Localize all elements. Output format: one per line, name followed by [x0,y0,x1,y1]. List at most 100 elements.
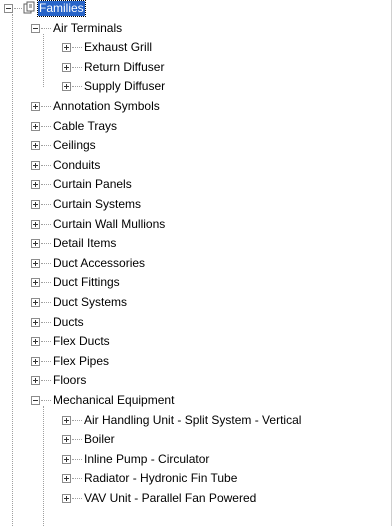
tree-item[interactable]: Duct Accessories [0,255,392,273]
tree-connector-horizontal [72,86,82,88]
tree-item-label[interactable]: Air Terminals [52,21,123,36]
tree-connector-horizontal [41,27,51,29]
tree-connector-horizontal [41,243,51,245]
tree-item[interactable]: Boiler [0,431,392,449]
tree-item[interactable]: Air Handling Unit - Split System - Verti… [0,412,392,430]
expand-toggle-icon[interactable] [31,102,40,111]
tree-connector-horizontal [41,282,51,284]
tree-item[interactable]: Exhaust Grill [0,39,392,57]
expand-toggle-icon[interactable] [62,494,71,503]
tree-item[interactable]: Cable Trays [0,118,392,136]
family-folder-icon [23,1,35,14]
tree-connector-horizontal [41,145,51,147]
tree-item[interactable]: Annotation Symbols [0,98,392,116]
tree-root-label[interactable]: Families [37,0,86,17]
tree-item[interactable]: Ducts [0,314,392,332]
tree-item-label[interactable]: Return Diffuser [83,60,165,75]
tree-item-label[interactable]: Detail Items [52,236,117,251]
tree-item-label[interactable]: Cable Trays [52,119,118,134]
tree-connector-horizontal [41,106,51,107]
expand-toggle-icon[interactable] [62,62,71,72]
expand-toggle-icon[interactable] [31,298,40,307]
tree-item[interactable]: Mechanical Equipment [0,392,392,410]
tree-item-label[interactable]: Annotation Symbols [52,99,161,114]
tree-item[interactable]: Supply Diffuser [0,78,392,96]
tree-item-label[interactable]: Mechanical Equipment [52,393,175,408]
tree-connector-horizontal [72,419,82,421]
expand-toggle-icon[interactable] [31,317,40,327]
tree-item-label[interactable]: Supply Diffuser [83,79,166,94]
tree-item[interactable]: Ceilings [0,137,392,155]
tree-item[interactable]: Conduits [0,157,392,175]
tree-item[interactable]: Curtain Wall Mullions [0,216,392,234]
tree-item-label[interactable]: Duct Systems [52,295,128,310]
tree-connector-horizontal [72,478,82,480]
tree-item-label[interactable]: Ducts [52,315,85,330]
tree-item-label[interactable]: Boiler [83,432,116,447]
tree-connector-horizontal [41,223,51,225]
expand-toggle-icon[interactable] [31,160,40,170]
expand-toggle-icon[interactable] [31,219,40,229]
tree-item-label[interactable]: Floors [52,373,87,388]
tree-item-label[interactable]: Exhaust Grill [83,40,153,55]
tree-connector-horizontal [41,184,51,186]
tree-item-label[interactable]: Inline Pump - Circulator [83,452,210,467]
expand-toggle-icon[interactable] [31,337,40,347]
tree-item-label[interactable]: Duct Accessories [52,256,146,271]
tree-item-label[interactable]: Duct Fittings [52,275,121,290]
expand-toggle-icon[interactable] [62,43,71,53]
tree-item-label[interactable]: Curtain Systems [52,197,142,212]
tree-item[interactable]: Air Terminals [0,20,392,38]
tree-root-row[interactable]: Families [0,0,392,18]
expand-toggle-icon[interactable] [31,356,40,366]
tree-item[interactable]: Duct Systems [0,294,392,312]
tree-item[interactable]: Return Diffuser [0,59,392,77]
tree-item[interactable]: Duct Fittings [0,274,392,292]
tree-connector-horizontal [41,400,51,401]
expand-toggle-icon[interactable] [31,121,40,131]
expand-toggle-icon[interactable] [62,415,71,425]
tree-connector-horizontal [41,262,51,264]
tree-item-label[interactable]: Conduits [52,158,101,173]
expand-toggle-icon[interactable] [31,200,40,209]
tree-item[interactable]: VAV Unit - Parallel Fan Powered [0,490,392,508]
expand-toggle-icon[interactable] [31,141,40,151]
tree-connector-horizontal [41,321,51,323]
tree-connector-horizontal [41,360,51,362]
tree-connector-horizontal [41,341,51,343]
expand-toggle-icon[interactable] [62,474,71,484]
expand-toggle-icon[interactable] [62,454,71,464]
tree-item[interactable]: Radiator - Hydronic Fin Tube [0,470,392,488]
collapse-toggle-icon[interactable] [4,4,13,13]
tree-connector-horizontal [41,164,51,166]
collapse-toggle-icon[interactable] [31,23,40,33]
tree-item[interactable]: Inline Pump - Circulator [0,451,392,469]
tree-item-label[interactable]: Radiator - Hydronic Fin Tube [83,471,238,486]
tree-connector-horizontal [72,458,82,460]
tree-connector-horizontal [41,204,51,205]
tree-item-label[interactable]: Curtain Wall Mullions [52,217,166,232]
expand-toggle-icon[interactable] [31,180,40,190]
tree-item-label[interactable]: Ceilings [52,138,97,153]
expand-toggle-icon[interactable] [31,278,40,288]
tree-item[interactable]: Curtain Systems [0,196,392,214]
tree-item-label[interactable]: Curtain Panels [52,177,133,192]
tree-connector-horizontal [72,66,82,68]
expand-toggle-icon[interactable] [31,239,40,249]
tree-item[interactable]: Curtain Panels [0,176,392,194]
project-browser-tree: Families Air Terminals Exhaust Grill Return… [0,0,392,526]
expand-toggle-icon[interactable] [31,376,40,386]
tree-item-label[interactable]: Air Handling Unit - Split System - Verti… [83,413,302,428]
tree-item-label[interactable]: VAV Unit - Parallel Fan Powered [83,491,257,506]
tree-item[interactable]: Detail Items [0,235,392,253]
tree-item[interactable]: Flex Ducts [0,333,392,351]
tree-item-label[interactable]: Flex Ducts [52,334,111,349]
tree-item[interactable]: Flex Pipes [0,353,392,371]
tree-item-label[interactable]: Flex Pipes [52,354,110,369]
expand-toggle-icon[interactable] [62,435,71,445]
expand-toggle-icon[interactable] [31,258,40,268]
expand-toggle-icon[interactable] [62,82,71,92]
tree-item[interactable]: Floors [0,372,392,390]
collapse-toggle-icon[interactable] [31,396,40,405]
tree-connector-horizontal [72,498,82,499]
